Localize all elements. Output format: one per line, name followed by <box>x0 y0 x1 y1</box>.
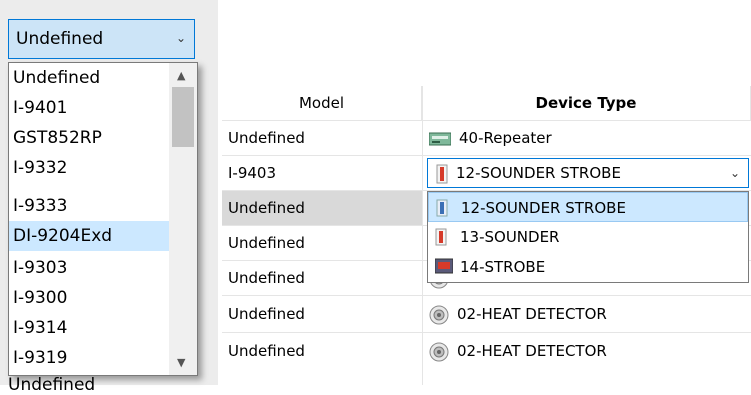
model-option[interactable]: I-9300 <box>9 283 169 313</box>
table-row[interactable]: Undefined 40-Repeater <box>222 120 751 155</box>
device-type-option-highlighted[interactable]: 12-SOUNDER STROBE <box>428 192 748 222</box>
model-dropdown-list[interactable]: Undefined I-9401 GST852RP I-9332 I-9333 … <box>8 62 198 376</box>
model-cell[interactable]: Undefined <box>228 261 418 295</box>
sounder-icon <box>435 228 447 246</box>
model-option[interactable]: Undefined <box>9 63 169 93</box>
model-cell[interactable]: I-9403 <box>228 156 418 190</box>
table-row[interactable]: Undefined 02-HEAT DETECTOR <box>222 295 751 332</box>
scroll-up-arrow-icon[interactable]: ▲ <box>177 69 185 82</box>
scroll-down-arrow-icon[interactable]: ▼ <box>177 356 185 369</box>
heat-detector-icon <box>429 342 449 361</box>
strobe-icon <box>435 258 453 274</box>
table-row[interactable]: Undefined 02-HEAT DETECTOR <box>222 332 751 369</box>
device-type-option-label: 12-SOUNDER STROBE <box>461 199 626 217</box>
model-option[interactable]: I-9319 <box>9 343 169 373</box>
model-combobox[interactable]: Undefined ⌄ <box>8 19 195 59</box>
model-combobox-value: Undefined <box>16 29 104 49</box>
device-type-option[interactable]: 13-SOUNDER <box>428 222 748 252</box>
sounder-strobe-icon <box>436 199 448 217</box>
model-option[interactable]: I-9332 <box>9 153 169 183</box>
repeater-icon <box>429 132 451 145</box>
partially-hidden-cell: Undefined <box>8 375 96 395</box>
model-option[interactable]: I-9314 <box>9 313 169 343</box>
model-option[interactable]: I-9401 <box>9 93 169 123</box>
vertical-scrollbar[interactable]: ▲ ▼ <box>169 63 197 375</box>
device-type-cell[interactable]: 40-Repeater <box>429 121 749 155</box>
device-type-label: 40-Repeater <box>459 129 552 147</box>
model-option-highlighted[interactable]: DI-9204Exd <box>9 221 169 251</box>
model-option[interactable]: GST852RP <box>9 123 169 153</box>
device-type-cell[interactable]: 02-HEAT DETECTOR <box>429 334 749 368</box>
device-type-dropdown-list[interactable]: 12-SOUNDER STROBE 13-SOUNDER 14-STROBE <box>427 191 749 283</box>
device-type-label: 02-HEAT DETECTOR <box>457 342 607 360</box>
chevron-down-icon[interactable]: ⌄ <box>176 31 186 45</box>
model-option[interactable]: I-9333 <box>9 191 169 221</box>
heat-detector-icon <box>429 305 449 324</box>
model-cell[interactable]: Undefined <box>228 226 418 260</box>
column-header-device-type[interactable]: Device Type <box>422 86 751 120</box>
model-cell[interactable]: Undefined <box>228 297 418 331</box>
chevron-down-icon[interactable]: ⌄ <box>730 166 740 180</box>
device-type-label: 02-HEAT DETECTOR <box>457 305 607 323</box>
device-type-option-label: 13-SOUNDER <box>460 228 560 246</box>
device-type-combobox[interactable]: 12-SOUNDER STROBE ⌄ <box>427 158 749 188</box>
table-row[interactable]: I-9403 12-SOUNDER STROBE ⌄ <box>222 155 751 190</box>
model-cell[interactable]: Undefined <box>228 121 418 155</box>
model-option[interactable]: I-9303 <box>9 253 169 283</box>
column-header-model[interactable]: Model <box>222 86 422 120</box>
scrollbar-thumb[interactable] <box>172 87 194 147</box>
model-cell[interactable]: Undefined <box>228 334 418 368</box>
device-type-option-label: 14-STROBE <box>460 258 546 276</box>
device-type-option[interactable]: 14-STROBE <box>428 252 748 282</box>
model-cell[interactable]: Undefined <box>222 191 422 225</box>
sounder-strobe-icon <box>436 164 448 184</box>
device-type-cell[interactable]: 02-HEAT DETECTOR <box>429 297 749 331</box>
device-type-combobox-value: 12-SOUNDER STROBE <box>456 164 621 182</box>
